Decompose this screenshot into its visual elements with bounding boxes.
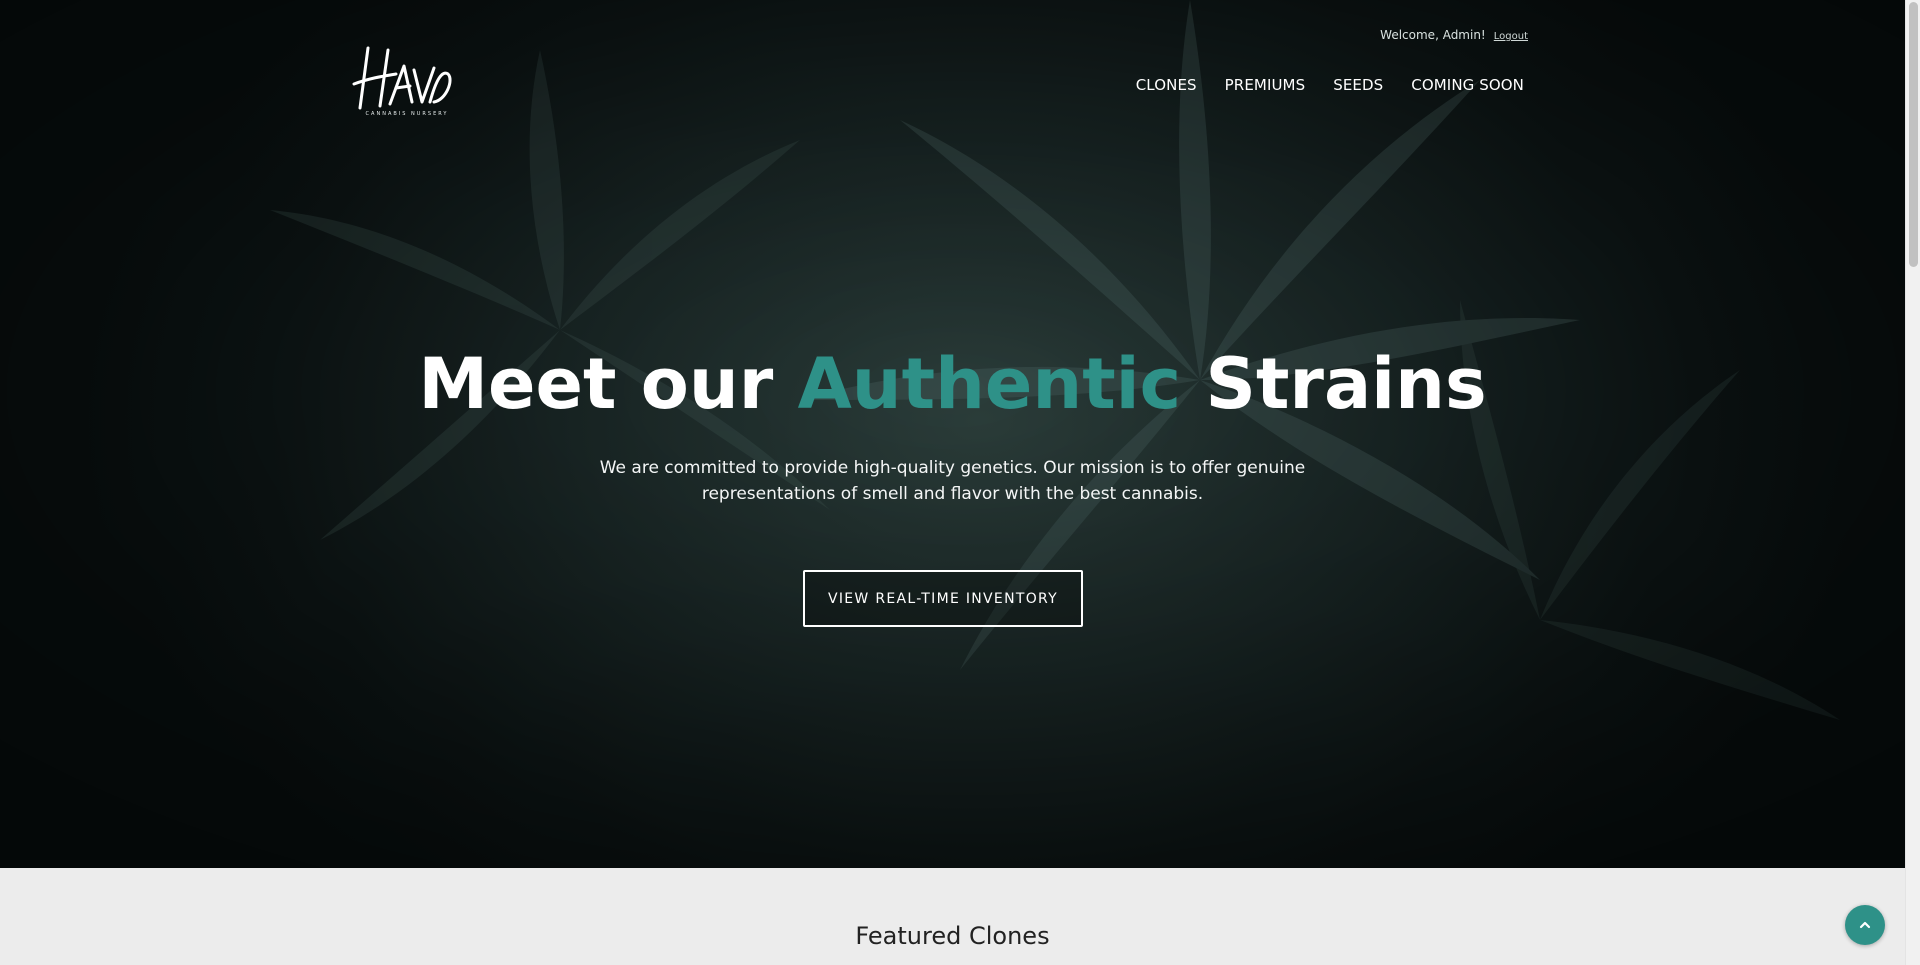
nav-item-coming-soon[interactable]: COMING SOON bbox=[1411, 76, 1524, 94]
chevron-up-icon bbox=[1859, 921, 1871, 929]
hero-tagline: We are committed to provide high-quality… bbox=[599, 458, 1306, 504]
scrollbar-thumb[interactable] bbox=[1909, 2, 1918, 267]
view-inventory-button[interactable]: VIEW REAL-TIME INVENTORY bbox=[803, 570, 1083, 627]
back-to-top-button[interactable] bbox=[1845, 905, 1885, 945]
hero-headline: Meet our Authentic Strains bbox=[0, 343, 1905, 425]
nav-item-premiums[interactable]: PREMIUMS bbox=[1225, 76, 1306, 94]
welcome-text: Welcome, Admin! bbox=[1380, 28, 1486, 42]
hero-section: Welcome, Admin! Logout CANNABIS NURSERY … bbox=[0, 0, 1905, 868]
welcome-bar: Welcome, Admin! Logout bbox=[1380, 28, 1528, 42]
cannabis-leaf-background bbox=[0, 0, 1905, 868]
nav-item-seeds[interactable]: SEEDS bbox=[1333, 76, 1383, 94]
page-scrollbar[interactable] bbox=[1905, 0, 1920, 965]
featured-clones-section: Featured Clones bbox=[0, 868, 1905, 965]
featured-title: Featured Clones bbox=[855, 922, 1050, 950]
logout-link[interactable]: Logout bbox=[1494, 31, 1528, 42]
headline-accent: Authentic bbox=[797, 343, 1182, 425]
main-nav: CLONES PREMIUMS SEEDS COMING SOON bbox=[1136, 76, 1524, 94]
brand-logo[interactable] bbox=[350, 40, 454, 122]
headline-part2: Strains bbox=[1181, 343, 1487, 425]
headline-part1: Meet our bbox=[418, 343, 798, 425]
logo-subtext: CANNABIS NURSERY bbox=[365, 111, 449, 117]
nav-item-clones[interactable]: CLONES bbox=[1136, 76, 1197, 94]
